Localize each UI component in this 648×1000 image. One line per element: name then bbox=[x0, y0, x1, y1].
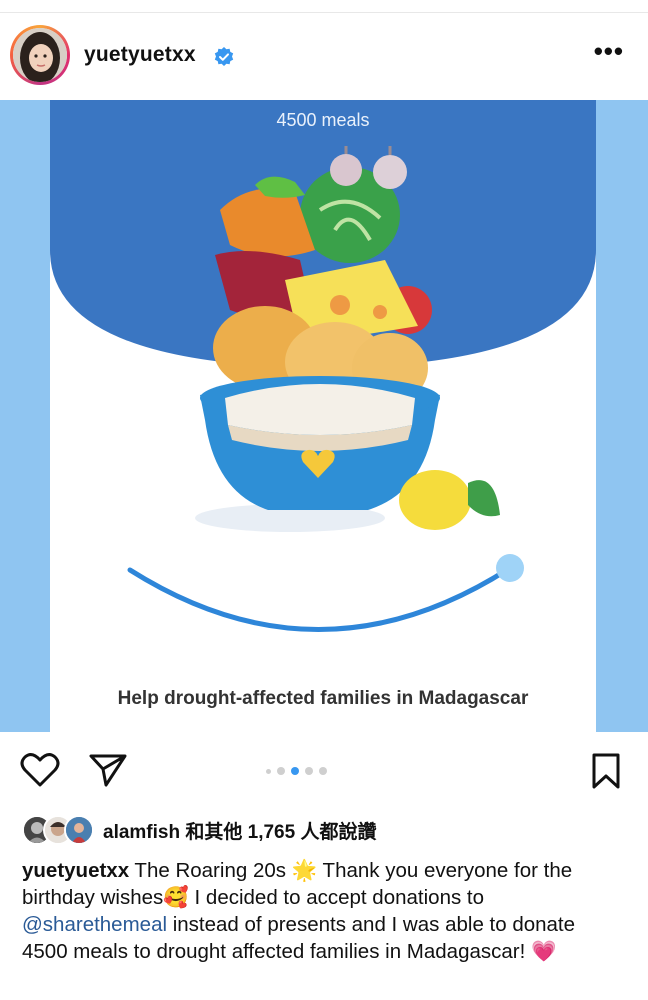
send-icon[interactable] bbox=[88, 752, 128, 788]
more-options-icon[interactable]: ••• bbox=[594, 38, 624, 64]
carousel-dot bbox=[305, 767, 313, 775]
username[interactable]: yuetyuetxx bbox=[84, 43, 196, 67]
avatar-image bbox=[13, 28, 67, 82]
likes-count-text[interactable]: alamfish 和其他 1,765 人都說讚 bbox=[103, 817, 376, 844]
bookmark-icon[interactable] bbox=[588, 752, 624, 790]
post-image: 4500 meals Help drought-affected familie… bbox=[0, 100, 648, 732]
liker-avatar bbox=[64, 815, 94, 845]
carousel-dot bbox=[319, 767, 327, 775]
meal-illustration bbox=[50, 100, 596, 632]
meals-count: 4500 meals bbox=[276, 110, 370, 130]
carousel-dot bbox=[266, 768, 271, 774]
post-header: yuetyuetxx ••• bbox=[0, 13, 648, 99]
profile-avatar[interactable] bbox=[10, 25, 70, 85]
carousel-dot-active bbox=[291, 767, 299, 775]
carousel-indicator bbox=[266, 767, 327, 775]
star-emoji: 🌟 bbox=[291, 859, 318, 882]
smiling-hearts-emoji: 🥰 bbox=[163, 886, 189, 909]
likes-row[interactable]: alamfish 和其他 1,765 人都說讚 bbox=[22, 815, 376, 845]
verified-badge-icon bbox=[214, 47, 234, 66]
help-caption: Help drought-affected families in Madaga… bbox=[117, 688, 529, 709]
status-divider bbox=[0, 0, 648, 13]
pink-heart-emoji: 💗 bbox=[531, 940, 557, 963]
donation-card: 4500 meals Help drought-affected familie… bbox=[50, 100, 596, 732]
caption-text: The Roaring 20s bbox=[129, 859, 292, 882]
caption-text: I decided to accept donations to bbox=[188, 886, 485, 909]
heart-outline-icon[interactable] bbox=[20, 752, 60, 788]
post-caption: yuetyuetxx The Roaring 20s 🌟 Thank you e… bbox=[22, 857, 622, 965]
carousel-dot bbox=[277, 767, 285, 775]
mention-link[interactable]: @sharethemeal bbox=[22, 913, 167, 936]
caption-username[interactable]: yuetyuetxx bbox=[22, 859, 129, 882]
